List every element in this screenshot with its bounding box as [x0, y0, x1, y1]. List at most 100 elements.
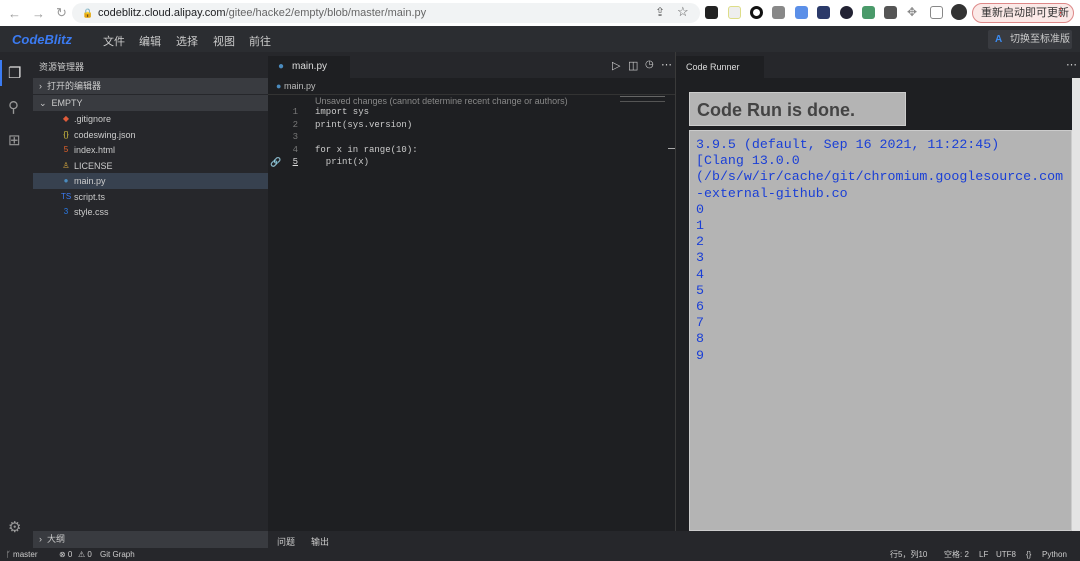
tab-output[interactable]: 输出 — [311, 535, 329, 548]
more-icon: ⋮ — [1055, 7, 1066, 19]
address-bar[interactable]: 🔒 codeblitz.cloud.alipay.com/gitee/hacke2… — [72, 3, 700, 23]
file-item[interactable]: ● main.py — [33, 173, 268, 189]
menu-view[interactable]: 视图 — [213, 33, 235, 49]
minimap[interactable] — [620, 96, 665, 102]
reload-icon[interactable]: ↻ — [56, 5, 72, 21]
language-mode[interactable]: Python — [1042, 548, 1067, 561]
run-status: Code Run is done. — [689, 92, 906, 126]
chevron-right-icon: › — [39, 81, 47, 91]
menu-go[interactable]: 前往 — [249, 33, 271, 49]
code-line[interactable]: import sys — [315, 107, 369, 117]
line-number: 3 — [292, 132, 298, 142]
timeline-icon[interactable]: ◷ — [645, 59, 654, 70]
bottom-panel-tabs: 问题 输出 — [268, 531, 1080, 548]
forward-icon[interactable]: → — [32, 6, 48, 21]
more-actions-icon[interactable]: ⋯ — [1066, 58, 1077, 71]
line-number: 5 — [292, 157, 298, 167]
bookmark-star-icon[interactable]: ☆ — [677, 4, 689, 20]
file-item[interactable]: 3 style.css — [33, 204, 268, 220]
menu-edit[interactable]: 编辑 — [139, 33, 161, 49]
menu-selection[interactable]: 选择 — [176, 33, 198, 49]
encoding[interactable]: UTF8 — [996, 548, 1016, 561]
extension-icon[interactable] — [728, 6, 741, 19]
code-line[interactable]: print(sys.version) — [315, 120, 412, 130]
lock-icon: 🔒 — [82, 8, 94, 18]
search-icon[interactable]: ⚲ — [8, 98, 19, 116]
open-editors-section[interactable]: › 打开的编辑器 — [33, 78, 268, 94]
extension-icon[interactable] — [795, 6, 808, 19]
breadcrumb[interactable]: ● main.py — [276, 81, 315, 91]
logo: CodeBlitz — [12, 32, 72, 47]
split-editor-icon[interactable]: ◫ — [628, 59, 638, 72]
file-type-icon: ● — [63, 176, 69, 185]
line-number: 1 — [292, 107, 298, 117]
file-type-icon: {} — [63, 129, 69, 139]
file-type-icon: 5 — [63, 145, 69, 154]
extensions-icon[interactable]: ⊞ — [8, 131, 21, 149]
file-item[interactable]: 5 index.html — [33, 142, 268, 158]
back-icon[interactable]: ← — [8, 6, 24, 21]
indentation[interactable]: 空格: 2 — [944, 548, 969, 561]
chevron-right-icon: › — [39, 534, 47, 544]
errors-count[interactable]: ⊗ 0 — [59, 548, 72, 561]
extension-icon[interactable] — [772, 6, 785, 19]
gear-icon[interactable]: ⚙ — [8, 518, 21, 536]
avatar[interactable] — [951, 4, 967, 20]
folder-section[interactable]: ⌄ EMPTY — [33, 95, 268, 111]
code-line[interactable]: for x in range(10): — [315, 145, 418, 155]
more-actions-icon[interactable]: ⋯ — [661, 58, 672, 71]
chevron-down-icon: ⌄ — [39, 98, 52, 108]
python-icon: ● — [278, 61, 285, 72]
update-button[interactable]: 重新启动即可更新 ⋮ — [972, 3, 1074, 23]
status-bar: ᚴ master ⊗ 0 ⚠ 0 Git Graph 行5，列10 空格: 2 … — [0, 548, 1080, 561]
tab-main-py[interactable]: ● main.py — [268, 56, 350, 78]
line-number: 2 — [292, 119, 298, 130]
file-item[interactable]: TS script.ts — [33, 189, 268, 205]
python-icon: ● — [276, 81, 282, 91]
sidebar-title: 资源管理器 — [39, 62, 85, 72]
switch-edition-button[interactable]: A 切换至标准版 — [988, 30, 1072, 49]
menu-file[interactable]: 文件 — [103, 33, 125, 49]
tab-problems[interactable]: 问题 — [277, 535, 295, 548]
tab-code-runner[interactable]: Code Runner — [676, 56, 764, 78]
file-type-icon: 3 — [63, 207, 69, 216]
extension-icon[interactable] — [817, 6, 830, 19]
file-name: LICENSE — [74, 160, 113, 171]
run-icon[interactable]: ▷ — [612, 59, 620, 72]
file-name: codeswing.json — [74, 129, 136, 140]
divider — [268, 94, 675, 95]
branch-item[interactable]: ᚴ master — [6, 548, 38, 561]
file-type-icon: ♙ — [62, 160, 70, 170]
puzzle-icon[interactable]: ✥ — [907, 5, 917, 19]
active-indicator — [0, 60, 2, 86]
format-icon[interactable]: {} — [1026, 548, 1031, 561]
browser-toolbar: ← → ↻ 🔒 codeblitz.cloud.alipay.com/gitee/… — [0, 0, 1080, 26]
blame-annotation: Unsaved changes (cannot determine recent… — [315, 96, 568, 106]
menubar — [0, 26, 1080, 52]
extension-icon[interactable] — [862, 6, 875, 19]
git-branch-icon: ᚴ — [6, 550, 11, 559]
extension-icon[interactable] — [884, 6, 897, 19]
file-item[interactable]: ◆ .gitignore — [33, 111, 268, 127]
share-icon[interactable]: ⇪ — [655, 5, 665, 19]
line-ending[interactable]: LF — [979, 548, 988, 561]
explorer-icon[interactable]: ❐ — [8, 64, 21, 82]
scroll-marker — [668, 148, 675, 149]
extension-icon[interactable] — [840, 6, 853, 19]
file-item[interactable]: ♙ LICENSE — [33, 158, 268, 174]
side-panel-icon[interactable] — [930, 6, 943, 19]
code-line[interactable]: print(x) — [315, 157, 369, 167]
git-graph-button[interactable]: Git Graph — [100, 548, 135, 561]
file-name: index.html — [74, 145, 116, 155]
scrollbar[interactable] — [1072, 78, 1080, 531]
warnings-count[interactable]: ⚠ 0 — [78, 548, 92, 561]
extension-icon[interactable] — [750, 6, 763, 19]
extension-icon[interactable] — [705, 6, 718, 19]
outline-section[interactable]: › 大纲 — [33, 531, 268, 548]
file-name: script.ts — [74, 191, 106, 202]
file-type-icon: ◆ — [62, 114, 70, 123]
file-name: main.py — [74, 176, 106, 186]
file-item[interactable]: {} codeswing.json — [33, 127, 268, 143]
cursor-position[interactable]: 行5，列10 — [890, 548, 927, 561]
link-icon[interactable]: 🔗 — [270, 157, 281, 168]
